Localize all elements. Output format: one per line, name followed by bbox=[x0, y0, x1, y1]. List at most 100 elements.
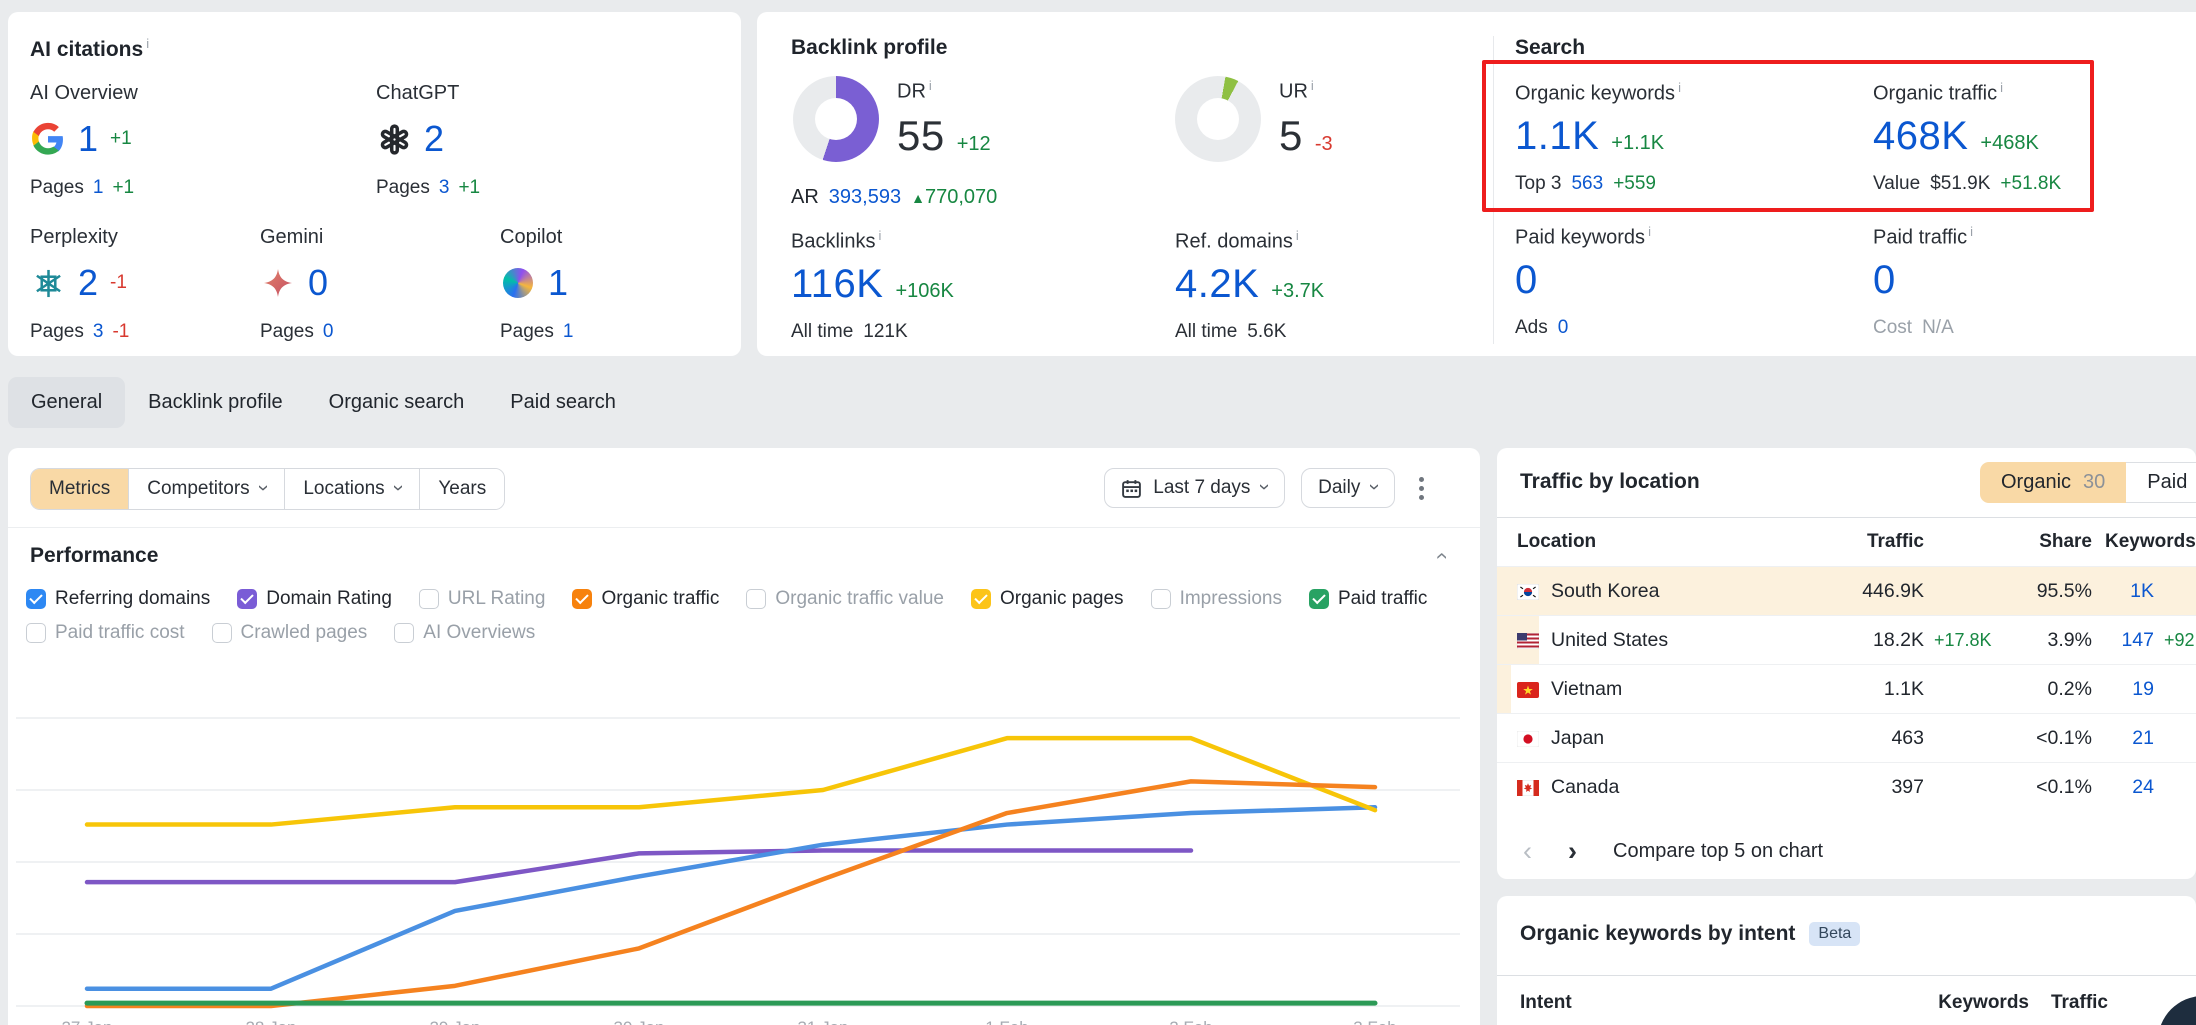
ai-citation-count[interactable]: 0 bbox=[308, 262, 328, 304]
search-title: Search bbox=[1515, 36, 1585, 60]
info-icon[interactable]: i bbox=[1296, 228, 1299, 243]
date-range-dropdown[interactable]: Last 7 days› bbox=[1104, 468, 1285, 508]
locations-dropdown[interactable]: Locations› bbox=[284, 469, 419, 509]
competitors-dropdown[interactable]: Competitors› bbox=[128, 469, 284, 509]
granularity-dropdown[interactable]: Daily› bbox=[1301, 468, 1395, 508]
overview-tabs: GeneralBacklink profileOrganic searchPai… bbox=[8, 374, 639, 430]
metric-checkbox-url-rating[interactable]: URL Rating bbox=[419, 588, 546, 610]
metric-checkbox-referring-domains[interactable]: Referring domains bbox=[26, 588, 210, 610]
paid-keywords-value[interactable]: 0 bbox=[1515, 258, 1538, 303]
ai-citation-count[interactable]: 1 bbox=[78, 118, 98, 160]
location-row-japan[interactable]: Japan463<0.1%21 bbox=[1497, 713, 2196, 762]
keywords-by-intent-card: Organic keywords by intent Beta Intent K… bbox=[1497, 896, 2196, 1025]
location-share: <0.1% bbox=[2004, 727, 2092, 750]
location-keywords-link[interactable]: 19 bbox=[2092, 678, 2154, 701]
metric-checkbox-ai-overviews[interactable]: AI Overviews bbox=[394, 622, 535, 644]
metric-checkbox-crawled-pages[interactable]: Crawled pages bbox=[212, 622, 368, 644]
location-row-south-korea[interactable]: South Korea446.9K95.5%1K bbox=[1497, 566, 2196, 615]
perplexity-icon bbox=[30, 265, 66, 301]
prev-page-button[interactable]: ‹ bbox=[1523, 838, 1532, 865]
metric-checkboxes: Referring domains Domain Rating URL Rating… bbox=[26, 588, 1427, 644]
metrics-button[interactable]: Metrics bbox=[31, 469, 128, 509]
ur-donut-gauge bbox=[1175, 76, 1261, 162]
location-row-united-states[interactable]: United States18.2K+17.8K3.9%147+92 bbox=[1497, 615, 2196, 664]
traffic-by-location-card: Traffic by location Organic30 Paid0 Loca… bbox=[1497, 448, 2196, 879]
intent-table-header: Intent Keywords Traffic bbox=[1497, 975, 2196, 1014]
tab-paid-search[interactable]: Paid search bbox=[487, 377, 639, 428]
svg-text:3 Feb: 3 Feb bbox=[1353, 1018, 1396, 1025]
paid-traffic-value[interactable]: 0 bbox=[1873, 258, 1896, 303]
location-name: South Korea bbox=[1551, 580, 1810, 603]
location-share: 3.9% bbox=[2004, 629, 2092, 652]
ai-tile-ai-overview: AI Overview1+1Pages1+1 bbox=[30, 82, 138, 199]
backlinks-value[interactable]: 116K bbox=[791, 262, 883, 307]
next-page-button[interactable]: › bbox=[1568, 838, 1577, 865]
location-name: United States bbox=[1551, 629, 1810, 652]
svg-text:2 Feb: 2 Feb bbox=[1169, 1018, 1212, 1025]
location-row-vietnam[interactable]: Vietnam1.1K0.2%19 bbox=[1497, 664, 2196, 713]
metric-checkbox-impressions[interactable]: Impressions bbox=[1151, 588, 1282, 610]
location-traffic: 397 bbox=[1810, 776, 1924, 799]
location-row-canada[interactable]: Canada397<0.1%24 bbox=[1497, 762, 2196, 811]
backlinks-metric: Backlinksi 116K+106K All time121K bbox=[791, 228, 954, 343]
location-name: Japan bbox=[1551, 727, 1810, 750]
pages-count[interactable]: 0 bbox=[323, 321, 334, 343]
performance-title: Performance bbox=[30, 544, 158, 568]
flag-icon-vn bbox=[1517, 681, 1539, 697]
location-keywords-link[interactable]: 21 bbox=[2092, 727, 2154, 750]
tab-backlink-profile[interactable]: Backlink profile bbox=[125, 377, 306, 428]
triangle-up-icon: ▲ bbox=[911, 190, 925, 206]
more-options-button[interactable] bbox=[1411, 471, 1432, 506]
info-icon[interactable]: i bbox=[1970, 224, 1973, 239]
pages-count[interactable]: 3 bbox=[439, 177, 450, 199]
metric-checkbox-paid-traffic-cost[interactable]: Paid traffic cost bbox=[26, 622, 185, 644]
location-name: Vietnam bbox=[1551, 678, 1810, 701]
flag-icon-jp bbox=[1517, 730, 1539, 746]
info-icon[interactable]: i bbox=[1648, 224, 1651, 239]
flag-icon-us bbox=[1517, 632, 1539, 648]
dr-delta: +12 bbox=[957, 133, 991, 156]
ai-citation-count[interactable]: 2 bbox=[424, 118, 444, 160]
flag-icon-ca bbox=[1517, 779, 1539, 795]
metric-checkbox-domain-rating[interactable]: Domain Rating bbox=[237, 588, 392, 610]
toggle-paid[interactable]: Paid0 bbox=[2126, 462, 2196, 503]
ref-domains-value[interactable]: 4.2K bbox=[1175, 262, 1259, 307]
pages-count[interactable]: 3 bbox=[93, 321, 104, 343]
traffic-by-location-title: Traffic by location bbox=[1520, 470, 1700, 494]
location-name: Canada bbox=[1551, 776, 1810, 799]
metric-checkbox-organic-traffic-value[interactable]: Organic traffic value bbox=[746, 588, 944, 610]
svg-text:31 Jan: 31 Jan bbox=[797, 1018, 848, 1025]
metric-checkbox-organic-traffic[interactable]: Organic traffic bbox=[572, 588, 719, 610]
compare-top5-link[interactable]: Compare top 5 on chart bbox=[1613, 840, 1823, 863]
tab-organic-search[interactable]: Organic search bbox=[306, 377, 488, 428]
chatgpt-icon bbox=[376, 121, 412, 157]
google-icon bbox=[30, 121, 66, 157]
ai-citation-count[interactable]: 1 bbox=[548, 262, 568, 304]
info-icon[interactable]: i bbox=[929, 78, 932, 93]
ai-tile-label: Gemini bbox=[260, 226, 333, 249]
info-icon[interactable]: i bbox=[878, 228, 881, 243]
location-keywords-link[interactable]: 24 bbox=[2092, 776, 2154, 799]
tab-general[interactable]: General bbox=[8, 377, 125, 428]
location-keywords-link[interactable]: 1K bbox=[2092, 580, 2154, 603]
info-icon[interactable]: i bbox=[146, 36, 149, 51]
location-traffic: 446.9K bbox=[1810, 580, 1924, 603]
location-keywords-link[interactable]: 147 bbox=[2092, 629, 2154, 652]
performance-line-chart[interactable]: 27 Jan28 Jan29 Jan30 Jan31 Jan1 Feb2 Feb… bbox=[8, 660, 1472, 1025]
ai-tile-label: AI Overview bbox=[30, 82, 138, 105]
pages-count[interactable]: 1 bbox=[563, 321, 574, 343]
ai-citation-count[interactable]: 2 bbox=[78, 262, 98, 304]
years-button[interactable]: Years bbox=[419, 469, 504, 509]
location-pagination: ‹ › Compare top 5 on chart bbox=[1523, 838, 1823, 865]
metric-checkbox-organic-pages[interactable]: Organic pages bbox=[971, 588, 1124, 610]
paid-keywords-metric: Paid keywordsi 0 Ads0 bbox=[1515, 224, 1651, 339]
info-icon[interactable]: i bbox=[1311, 78, 1314, 93]
ai-tile-perplexity: Perplexity2-1Pages3-1 bbox=[30, 226, 129, 343]
organic-paid-toggle: Organic30 Paid0 bbox=[1980, 462, 2196, 503]
ar-value[interactable]: 393,593 bbox=[829, 186, 901, 209]
dr-value: 55 bbox=[897, 112, 945, 160]
metric-checkbox-paid-traffic[interactable]: Paid traffic bbox=[1309, 588, 1427, 610]
pages-count[interactable]: 1 bbox=[93, 177, 104, 199]
collapse-section-button[interactable]: › bbox=[1429, 552, 1451, 559]
toggle-organic[interactable]: Organic30 bbox=[1980, 462, 2126, 503]
